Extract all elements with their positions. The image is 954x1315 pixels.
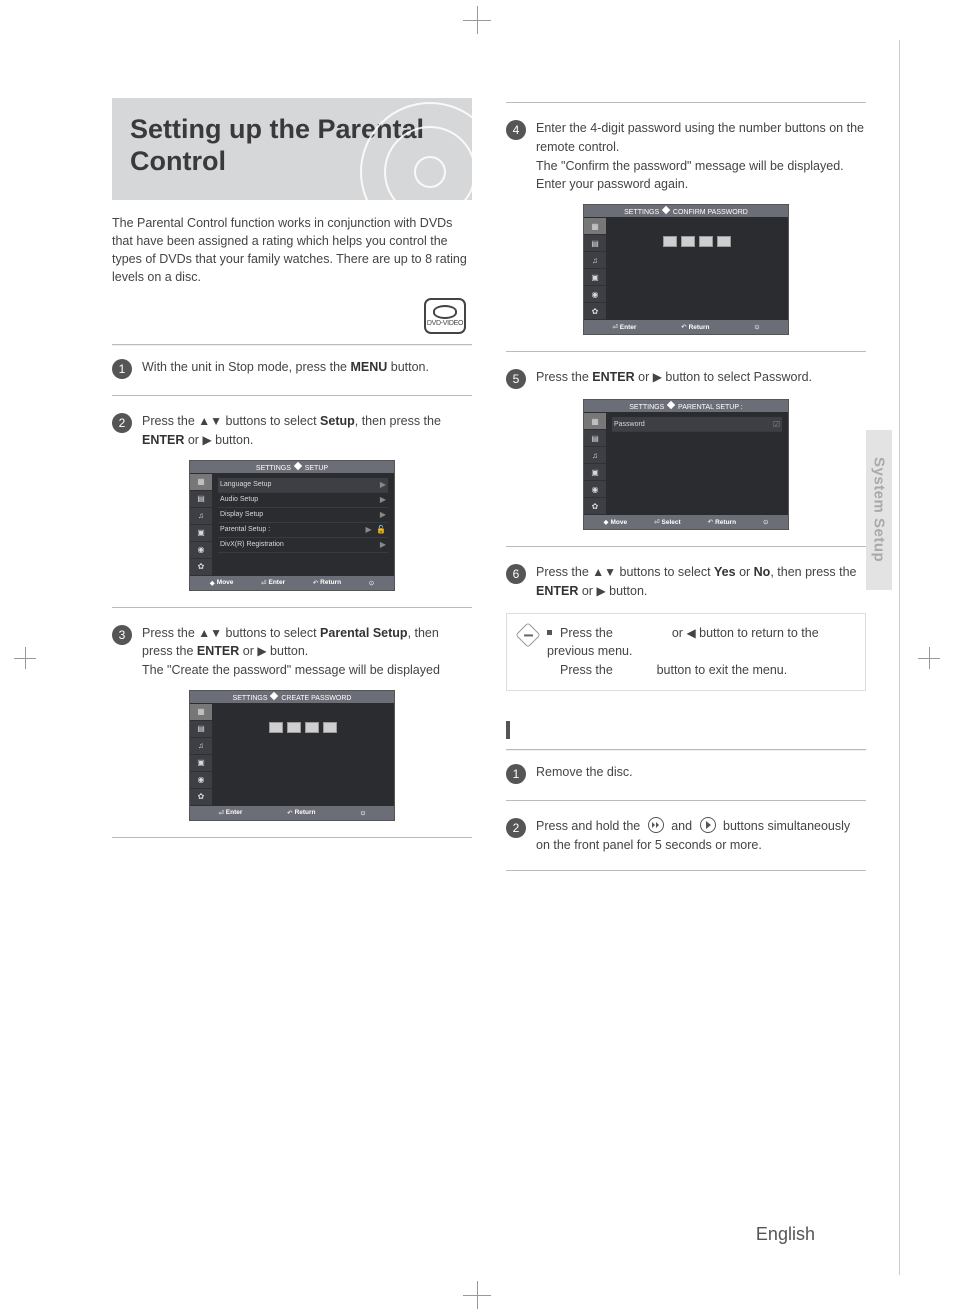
dvd-video-badge: DVD-VIDEO [424,298,466,334]
intro-paragraph: The Parental Control function works in c… [112,214,472,287]
osd-subtitle: PARENTAL SETUP : [678,404,743,411]
divider [506,870,866,871]
crop-mark-top [463,6,491,34]
crop-mark-bottom [463,1281,491,1309]
note-icon [515,622,540,647]
divider [112,395,472,396]
divider [506,749,866,751]
fast-forward-icon [648,817,664,833]
dvd-badge-label: DVD-VIDEO [427,320,463,327]
forgot-step-1: 1 Remove the disc. [506,763,866,784]
divider [506,546,866,547]
osd-screenshot-confirm-pw: SETTINGS CONFIRM PASSWORD ▦▤♫▣◉✿ ⏎ Enter… [583,204,789,335]
step-text: Press the ENTER or ▶ button to select Pa… [536,368,812,389]
step-6: 6 Press the ▲▼ buttons to select Yes or … [506,563,866,601]
osd-subtitle: CREATE PASSWORD [281,695,351,702]
footer-page-number: - 55 [823,1224,854,1245]
note-text: Press the RETURN or ◀ button to return t… [547,624,853,680]
osd-screenshot-parental: SETTINGS PARENTAL SETUP : ▦▤♫▣◉✿ Passwor… [583,399,789,530]
step-text: Press the ▲▼ buttons to select Setup, th… [142,412,472,450]
section-tab: System Setup [866,430,892,590]
osd-title: SETTINGS [629,404,664,411]
page-footer: English - 55 [756,1224,854,1245]
osd-icon-column: ▦▤♫▣◉✿ [584,218,606,320]
divider [506,351,866,352]
osd-icon-column: ▦▤♫▣◉✿ [190,474,212,576]
osd-subtitle: SETUP [305,465,328,472]
osd-main [606,218,788,320]
crop-mark-right [918,647,940,669]
forgot-password-heading: If you forgot your password [506,721,866,739]
crop-mark-left [14,647,36,669]
osd-title: SETTINGS [624,209,659,216]
step-text: Enter the 4-digit password using the num… [536,119,866,194]
step-text: Press the ▲▼ buttons to select Yes or No… [536,563,866,601]
osd-screenshot-setup: SETTINGS SETUP ▦▤♫▣◉✿ Language Setup▶ Au… [189,460,395,591]
left-column: Setting up the Parental Control The Pare… [112,98,472,887]
divider [112,837,472,838]
step-text: Remove the disc. [536,763,633,784]
section-tab-label: System Setup [871,457,888,562]
right-column: 4 Enter the 4-digit password using the n… [506,98,866,887]
step-2: 2 Press the ▲▼ buttons to select Setup, … [112,412,472,450]
divider [112,344,472,346]
step-number: 1 [506,764,526,784]
osd-screenshot-create-pw: SETTINGS CREATE PASSWORD ▦▤♫▣◉✿ ⏎ Enter↶… [189,690,395,821]
step-5: 5 Press the ENTER or ▶ button to select … [506,368,866,389]
content-area: Setting up the Parental Control The Pare… [112,98,866,1235]
password-boxes [218,722,388,733]
title-banner: Setting up the Parental Control [112,98,472,200]
step-number: 3 [112,625,132,645]
play-icon [700,817,716,833]
password-boxes [612,236,782,247]
step-3: 3 Press the ▲▼ buttons to select Parenta… [112,624,472,680]
step-number: 4 [506,120,526,140]
osd-main: Language Setup▶ Audio Setup▶ Display Set… [212,474,394,576]
step-1: 1 With the unit in Stop mode, press the … [112,358,472,379]
footer-language: English [756,1224,815,1245]
step-text: Press and hold the and buttons simultane… [536,817,866,855]
osd-main [212,704,394,806]
step-4: 4 Enter the 4-digit password using the n… [506,119,866,194]
step-text: Press the ▲▼ buttons to select Parental … [142,624,472,680]
step-number: 2 [506,818,526,838]
note-box: Press the RETURN or ◀ button to return t… [506,613,866,691]
osd-icon-column: ▦▤♫▣◉✿ [584,413,606,515]
osd-icon-column: ▦▤♫▣◉✿ [190,704,212,806]
divider [506,102,866,103]
page-margin-line [899,40,900,1275]
step-number: 5 [506,369,526,389]
divider [112,607,472,608]
osd-title: SETTINGS [256,465,291,472]
osd-title: SETTINGS [233,695,268,702]
divider [506,800,866,801]
forgot-step-2: 2 Press and hold the and buttons simulta… [506,817,866,855]
step-number: 1 [112,359,132,379]
osd-subtitle: CONFIRM PASSWORD [673,209,748,216]
osd-main: Password☑ [606,413,788,515]
step-number: 2 [112,413,132,433]
step-text: With the unit in Stop mode, press the ME… [142,358,429,379]
step-number: 6 [506,564,526,584]
